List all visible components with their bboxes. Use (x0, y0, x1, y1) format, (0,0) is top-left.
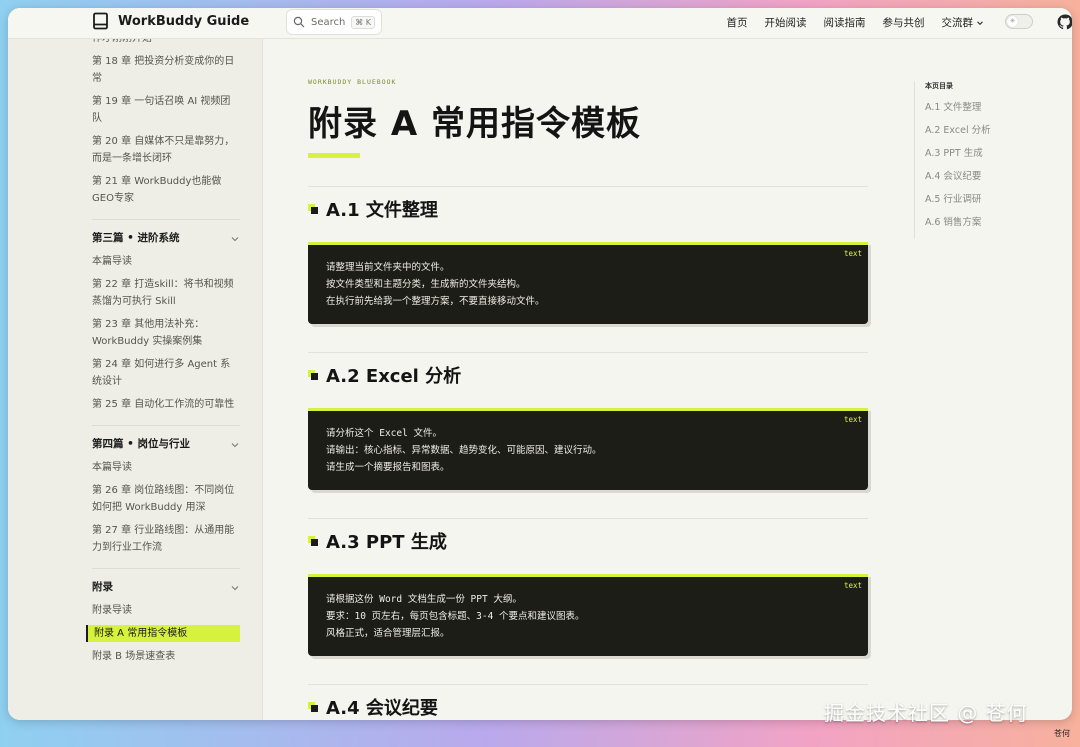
toc-item[interactable]: A.4 会议纪要 (925, 170, 1045, 184)
code-language-badge: text (843, 249, 862, 258)
heading-marker-icon (308, 536, 318, 546)
chevron-down-icon (231, 442, 239, 447)
search-shortcut: ⌘ K (351, 15, 375, 29)
sidebar-item[interactable]: 第 22 章 打造skill：将书和视频蒸馏为可执行 Skill (92, 276, 240, 310)
code-line: 请整理当前文件夹中的文件。 (326, 262, 450, 273)
nav-link-contribute[interactable]: 参与共创 (883, 15, 925, 30)
nav-link-start-reading[interactable]: 开始阅读 (765, 15, 807, 30)
toc-item[interactable]: A.2 Excel 分析 (925, 124, 1045, 138)
toc-item[interactable]: A.3 PPT 生成 (925, 147, 1045, 161)
code-line: 按文件类型和主题分类，生成新的文件夹结构。 (326, 279, 526, 290)
heading-marker-icon (308, 204, 318, 214)
sidebar-item[interactable]: 第 21 章 WorkBuddy也能做GEO专家 (92, 173, 240, 207)
code-block[interactable]: text 请整理当前文件夹中的文件。 按文件类型和主题分类，生成新的文件夹结构。… (308, 242, 868, 324)
section-heading: A.1 文件整理 (308, 197, 868, 221)
theme-toggle[interactable]: ✳ (1005, 14, 1033, 29)
sidebar-section-advanced[interactable]: 第三篇 • 进阶系统 (92, 230, 240, 247)
sidebar-item-active[interactable]: 附录 A 常用指令模板 (86, 625, 240, 642)
section-a3: A.3 PPT 生成 text 请根据这份 Word 文档生成一份 PPT 大纲… (308, 518, 868, 656)
sidebar-section-roles[interactable]: 第四篇 • 岗位与行业 (92, 436, 240, 453)
page-title: 附录 A 常用指令模板 (308, 104, 641, 144)
sidebar-divider (92, 219, 240, 220)
sidebar-item[interactable]: 第 25 章 自动化工作流的可靠性 (92, 396, 240, 413)
sidebar-nav: 作才刚刚开始 第 18 章 把投资分析变成你的日常 第 19 章 一句话召唤 A… (86, 38, 240, 671)
main-content: WORKBUDDY BLUEBOOK 附录 A 常用指令模板 A.1 文件整理 … (308, 78, 868, 719)
top-navigation: WorkBuddy Guide Search ⌘ K 首页 开始阅读 阅读指南 … (8, 8, 1072, 39)
sidebar-section-appendix[interactable]: 附录 (92, 579, 240, 596)
toc-item[interactable]: A.5 行业调研 (925, 193, 1045, 207)
brand-name: WorkBuddy Guide (118, 13, 250, 29)
nav-dropdown-label: 交流群 (941, 17, 974, 29)
section-title: A.2 Excel 分析 (326, 366, 462, 387)
section-a4: A.4 会议纪要 (308, 684, 868, 719)
search-button[interactable]: Search ⌘ K (286, 9, 382, 35)
sidebar-item[interactable]: 第 27 章 行业路线图：从通用能力到行业工作流 (92, 522, 240, 556)
code-line: 请分析这个 Excel 文件。 (326, 428, 443, 439)
section-heading: A.2 Excel 分析 (308, 363, 868, 387)
nav-link-reading-guide[interactable]: 阅读指南 (824, 15, 866, 30)
section-title: A.1 文件整理 (326, 200, 438, 221)
sidebar-section-title: 第三篇 • 进阶系统 (92, 232, 180, 244)
heading-marker-icon (308, 702, 318, 712)
code-block[interactable]: text 请根据这份 Word 文档生成一份 PPT 大纲。 要求：10 页左右… (308, 574, 868, 656)
toc-item[interactable]: A.6 销售方案 (925, 216, 1045, 230)
code-line: 请输出：核心指标、异常数据、趋势变化、可能原因、建议行动。 (326, 445, 602, 456)
toc-item[interactable]: A.1 文件整理 (925, 101, 1045, 115)
sidebar-item[interactable]: 第 26 章 岗位路线图：不同岗位如何把 WorkBuddy 用深 (92, 482, 240, 516)
code-line: 要求：10 页左右，每页包含标题、3-4 个要点和建议图表。 (326, 611, 585, 622)
chevron-down-icon (231, 585, 239, 590)
sun-icon: ✳ (1007, 16, 1018, 27)
brand-link[interactable]: WorkBuddy Guide (92, 12, 249, 30)
sidebar-item[interactable]: 第 23 章 其他用法补充：WorkBuddy 实操案例集 (92, 316, 240, 350)
sidebar-item[interactable]: 本篇导读 (92, 459, 240, 476)
code-line: 在执行前先给我一个整理方案，不要直接移动文件。 (326, 296, 545, 307)
sidebar-item[interactable]: 附录 B 场景速查表 (92, 648, 240, 665)
toc-title: 本页目录 (925, 82, 953, 90)
sidebar-item[interactable]: 本篇导读 (92, 253, 240, 270)
sidebar-item[interactable]: 第 20 章 自媒体不只是靠努力，而是一条增长闭环 (92, 133, 240, 167)
sidebar-item[interactable]: 第 18 章 把投资分析变成你的日常 (92, 53, 240, 87)
github-icon[interactable] (1057, 14, 1072, 30)
code-language-badge: text (843, 581, 862, 590)
table-of-contents: 本页目录 A.1 文件整理 A.2 Excel 分析 A.3 PPT 生成 A.… (914, 81, 1045, 239)
sidebar-item[interactable]: 第 19 章 一句话召唤 AI 视频团队 (92, 93, 240, 127)
sidebar-divider (92, 425, 240, 426)
sidebar-divider (92, 568, 240, 569)
section-title: A.3 PPT 生成 (326, 532, 447, 553)
nav-links: 首页 开始阅读 阅读指南 参与共创 交流群 (710, 15, 985, 30)
section-a2: A.2 Excel 分析 text 请分析这个 Excel 文件。 请输出：核心… (308, 352, 868, 490)
code-line: 风格正式，适合管理层汇报。 (326, 628, 450, 639)
section-heading: A.3 PPT 生成 (308, 529, 868, 553)
sidebar: 作才刚刚开始 第 18 章 把投资分析变成你的日常 第 19 章 一句话召唤 A… (8, 38, 263, 720)
browser-window: WorkBuddy Guide Search ⌘ K 首页 开始阅读 阅读指南 … (8, 8, 1072, 720)
sidebar-item[interactable]: 附录导读 (92, 602, 240, 619)
sidebar-item[interactable]: 第 24 章 如何进行多 Agent 系统设计 (92, 356, 240, 390)
title-underline (308, 153, 360, 158)
sidebar-item[interactable]: 作才刚刚开始 (92, 38, 240, 47)
section-heading: A.4 会议纪要 (308, 695, 868, 719)
code-line: 请根据这份 Word 文档生成一份 PPT 大纲。 (326, 594, 522, 605)
section-title: A.4 会议纪要 (326, 698, 438, 719)
watermark-small: 苍何 (1054, 729, 1070, 738)
watermark: 掘金技术社区 @ 苍何 (824, 701, 1028, 725)
heading-marker-icon (308, 370, 318, 380)
book-icon (93, 12, 108, 30)
section-a1: A.1 文件整理 text 请整理当前文件夹中的文件。 按文件类型和主题分类，生… (308, 186, 868, 324)
code-language-badge: text (843, 415, 862, 424)
page-kicker: WORKBUDDY BLUEBOOK (308, 78, 397, 86)
code-line: 请生成一个摘要报告和图表。 (326, 462, 450, 473)
search-label: Search (311, 16, 346, 28)
chevron-down-icon (977, 20, 983, 25)
search-icon (293, 16, 305, 28)
sidebar-section-title: 附录 (92, 581, 113, 593)
sidebar-section-title: 第四篇 • 岗位与行业 (92, 438, 191, 450)
code-block[interactable]: text 请分析这个 Excel 文件。 请输出：核心指标、异常数据、趋势变化、… (308, 408, 868, 490)
nav-dropdown-community[interactable]: 交流群 (942, 15, 985, 30)
nav-link-home[interactable]: 首页 (727, 15, 748, 30)
chevron-down-icon (231, 236, 239, 241)
